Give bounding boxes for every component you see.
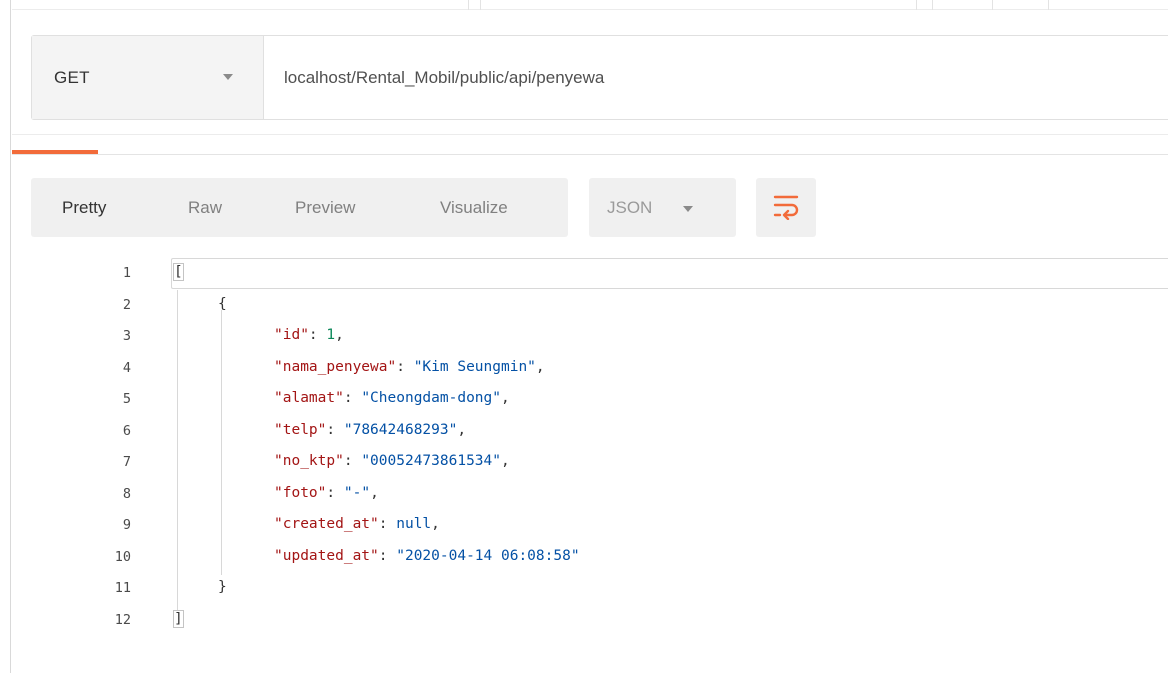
json-value: "2020-04-14 06:08:58" [396, 547, 580, 564]
line-number: 12 [114, 611, 131, 628]
code-line: [ [173, 263, 184, 281]
json-key: "foto" [274, 484, 327, 501]
json-key: "alamat" [274, 390, 344, 406]
format-select[interactable]: JSON [589, 178, 736, 237]
json-comma: , [335, 327, 344, 343]
json-value: null [396, 516, 432, 532]
active-line-highlight [171, 258, 1168, 289]
json-comma: , [501, 453, 510, 469]
code-line: "id": 1, [274, 327, 344, 343]
json-comma: , [457, 421, 467, 438]
json-separator: : [396, 358, 414, 375]
chevron-down-icon [223, 74, 233, 80]
chevron-down-icon [683, 206, 693, 212]
json-value: 1 [326, 327, 336, 343]
line-number: 3 [122, 328, 131, 344]
json-value: "Kim Seungmin" [413, 358, 536, 375]
open-brace: { [218, 295, 227, 312]
json-key: "telp" [274, 421, 327, 438]
tab-raw[interactable]: Raw [188, 198, 222, 218]
code-line: ] [173, 609, 184, 628]
response-tab-divider [12, 154, 1168, 155]
wrap-lines-icon [773, 195, 799, 220]
json-key: "nama_penyewa" [274, 358, 397, 375]
json-value: "00052473861534" [361, 453, 501, 469]
code-line: "telp": "78642468293", [274, 422, 466, 438]
json-separator: : [378, 547, 397, 564]
json-key: "updated_at" [274, 547, 379, 564]
line-number: 11 [114, 580, 131, 596]
section-divider [12, 134, 1168, 135]
json-comma: , [535, 358, 545, 375]
line-number: 4 [122, 359, 131, 376]
code-line: "alamat": "Cheongdam-dong", [274, 390, 510, 406]
line-number: 10 [114, 548, 131, 565]
indent-guide [177, 290, 178, 618]
code-line: "foto": "-", [274, 485, 379, 501]
indent-guide [221, 310, 222, 575]
json-separator: : [343, 453, 362, 469]
line-number: 7 [122, 454, 131, 470]
code-line: { [218, 296, 227, 312]
tab-divider [480, 0, 481, 10]
json-value: "Cheongdam-dong" [361, 390, 501, 406]
code-line: "updated_at": "2020-04-14 06:08:58" [274, 548, 580, 564]
line-number: 1 [122, 265, 131, 281]
tab-pretty[interactable]: Pretty [62, 198, 106, 218]
line-number: 8 [122, 485, 131, 502]
method-select[interactable]: GET [32, 36, 264, 119]
json-key: "id" [274, 327, 309, 343]
method-label: GET [54, 67, 90, 87]
code-line: "no_ktp": "00052473861534", [274, 453, 510, 469]
line-number: 5 [122, 391, 131, 407]
json-separator: : [343, 390, 362, 406]
window-left-edge [0, 0, 11, 673]
code-line: "nama_penyewa": "Kim Seungmin", [274, 359, 545, 375]
request-bar: GET [31, 35, 1168, 120]
open-bracket: [ [173, 263, 184, 281]
line-number: 2 [122, 296, 131, 313]
json-value: "-" [343, 484, 371, 501]
line-number: 6 [122, 422, 131, 439]
json-value: "78642468293" [343, 421, 458, 438]
tab-divider [1048, 0, 1049, 10]
json-comma: , [370, 484, 379, 501]
json-separator: : [326, 421, 344, 438]
tab-divider [468, 0, 469, 10]
tab-visualize[interactable]: Visualize [440, 198, 508, 218]
json-separator: : [326, 484, 344, 501]
response-body-editor[interactable]: 1 2 3 4 5 6 7 8 9 10 11 12 [{"id": 1, "nama_penyewa"… [31, 256, 1168, 646]
json-key: "created_at" [274, 516, 379, 532]
line-number: 9 [122, 517, 131, 533]
json-comma: , [501, 390, 510, 406]
json-comma: , [431, 516, 440, 532]
format-label: JSON [607, 198, 653, 217]
tab-preview[interactable]: Preview [295, 198, 355, 218]
json-key: "no_ktp" [274, 453, 344, 469]
json-separator: : [378, 516, 397, 532]
wrap-lines-button[interactable] [756, 178, 816, 237]
code-line: "created_at": null, [274, 516, 440, 532]
close-brace: } [218, 579, 227, 595]
view-tabs: Pretty Raw Preview Visualize [31, 178, 568, 237]
tab-strip [12, 0, 1168, 10]
code-line: } [218, 579, 227, 595]
tab-divider [916, 0, 917, 10]
url-input[interactable] [264, 36, 1168, 119]
close-bracket: ] [173, 609, 184, 628]
tab-divider [932, 0, 933, 10]
json-separator: : [308, 327, 327, 343]
tab-divider [992, 0, 993, 10]
